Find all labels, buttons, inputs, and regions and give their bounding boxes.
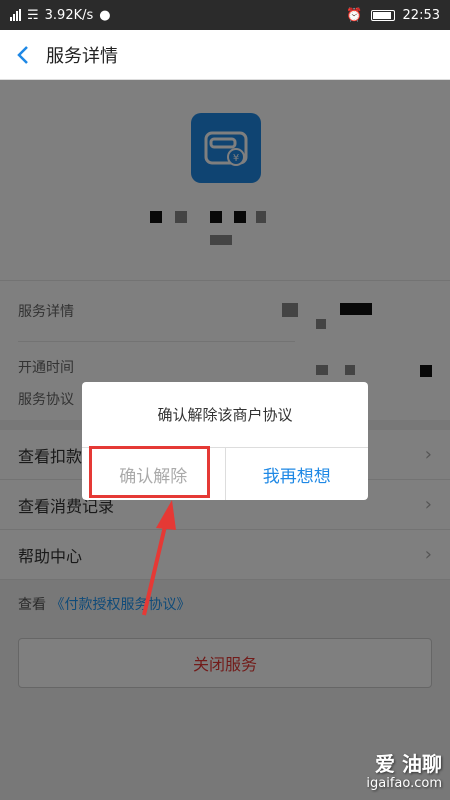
- page-title: 服务详情: [46, 45, 118, 67]
- watermark-brand: 爱 油聊: [375, 752, 442, 777]
- battery-icon: [370, 9, 395, 21]
- watermark: 爱 油聊 igaifao.com: [366, 752, 442, 792]
- nav-bar: 服务详情: [0, 30, 450, 80]
- status-bar: ☴ 3.92K/s ● ⏰ 22:53: [0, 0, 450, 30]
- back-button[interactable]: [0, 30, 46, 80]
- wifi-icon: ☴: [27, 7, 39, 23]
- arrow-annotation: [142, 500, 176, 616]
- clock: 22:53: [402, 7, 440, 23]
- highlight-box: [89, 446, 210, 498]
- reconsider-button[interactable]: 我再想想: [226, 448, 369, 500]
- chevron-left-icon: [17, 45, 28, 64]
- network-speed: 3.92K/s: [44, 7, 94, 23]
- alarm-icon: ⏰: [346, 7, 363, 23]
- dialog-message: 确认解除该商户协议: [82, 382, 368, 448]
- watermark-url: igaifao.com: [366, 776, 442, 792]
- notification-icon: ●: [99, 7, 111, 23]
- signal-icon: [10, 9, 21, 21]
